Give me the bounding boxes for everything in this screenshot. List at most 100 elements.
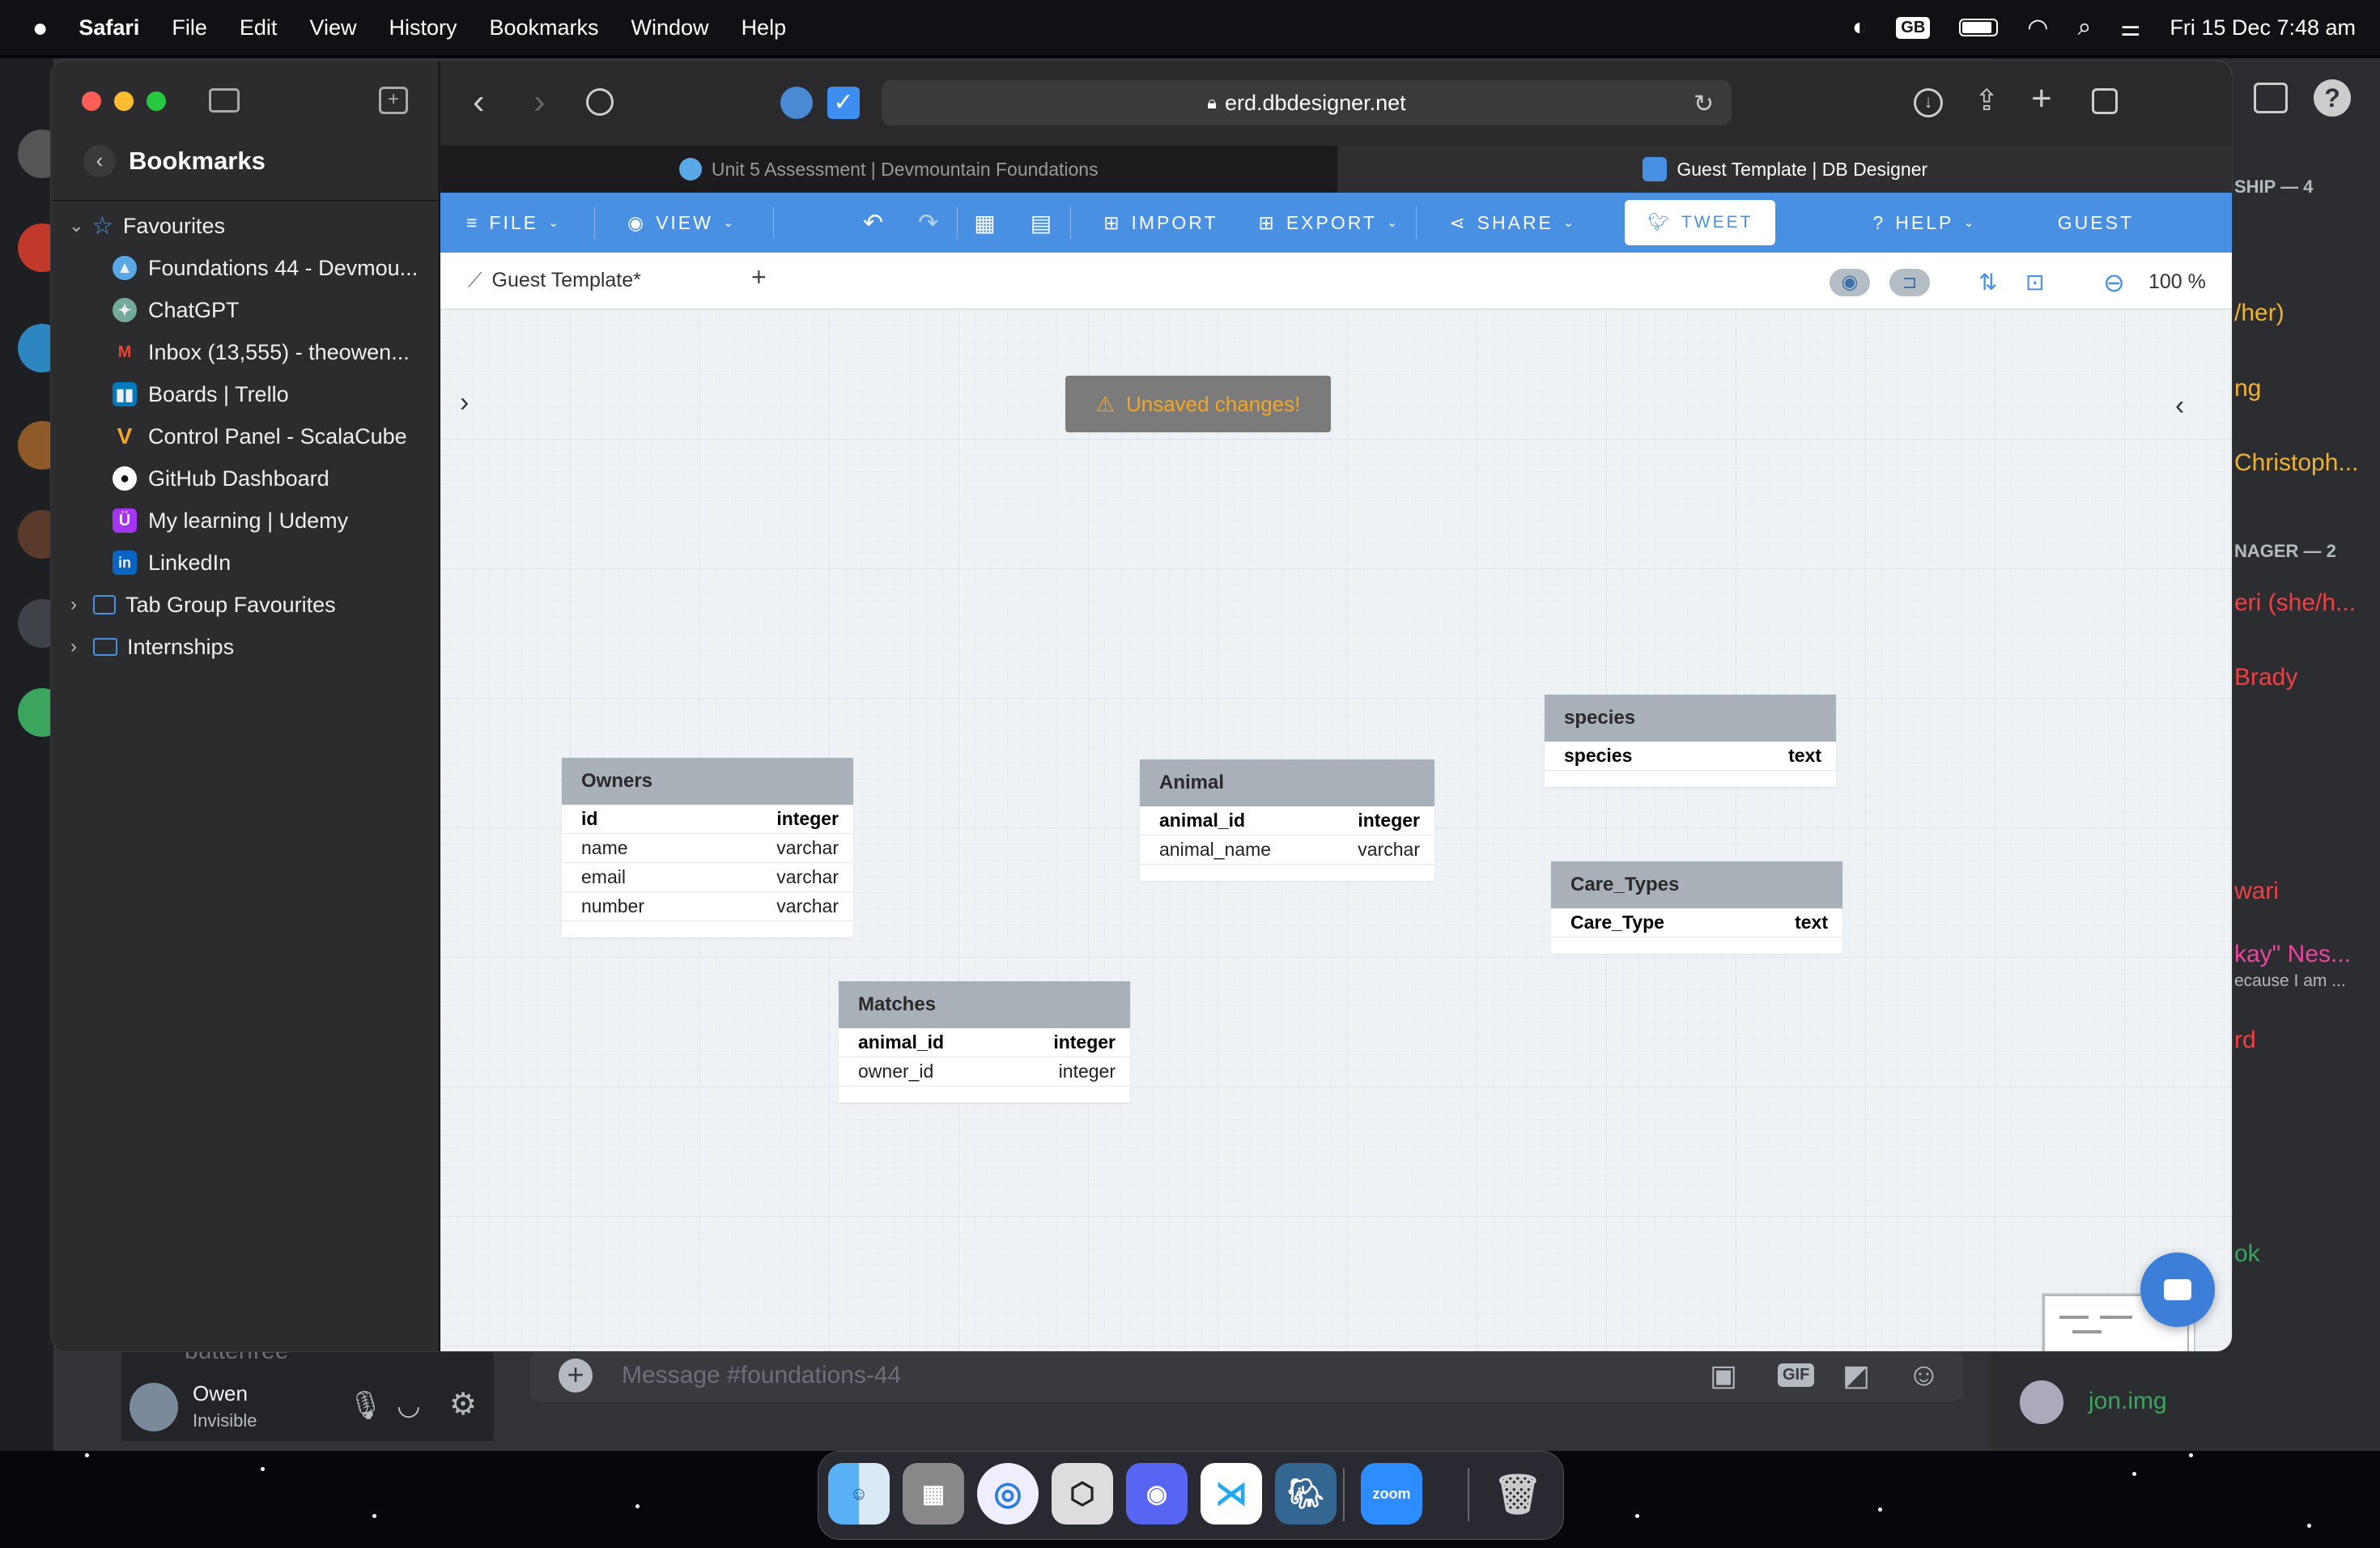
auto-arrange-icon[interactable]: ⇅ (1978, 269, 1997, 296)
discord-dock-icon[interactable]: ◉ (1126, 1463, 1188, 1525)
internships-folder[interactable]: › Internships (51, 626, 440, 668)
member-name[interactable]: wari (2234, 878, 2279, 905)
member-name[interactable]: kay" Nes... (2234, 941, 2351, 968)
sticker-icon[interactable]: ◩ (1842, 1359, 1870, 1393)
table-column-row[interactable]: animal_id integer (839, 1028, 1130, 1057)
member-name[interactable]: eri (she/h... (2234, 589, 2356, 617)
member-name[interactable]: Brady (2234, 664, 2297, 691)
menu-edit[interactable]: Edit (240, 15, 278, 40)
table-column-row[interactable]: id integer (562, 805, 853, 834)
browser-tab-active[interactable]: Guest Template | DB Designer (1337, 146, 2232, 193)
expand-right-panel-icon[interactable]: ‹ (2175, 390, 2184, 422)
todo-check-icon[interactable]: ✓ (827, 87, 860, 119)
settings-gear-icon[interactable]: ⚙ (449, 1386, 477, 1423)
menubar-clock[interactable]: Fri 15 Dec 7:48 am (2170, 15, 2356, 40)
table-column-row[interactable]: animal_id integer (1140, 806, 1434, 836)
undo-button[interactable]: ↶ (774, 193, 902, 253)
table-column-row[interactable]: Care_Type text (1551, 908, 1842, 938)
menu-window[interactable]: Window (631, 15, 709, 40)
table-column-row[interactable]: animal_name varchar (1140, 836, 1434, 865)
member-avatar[interactable] (2017, 1378, 2066, 1427)
file-menu-button[interactable]: ≡ FILE ⌄ (440, 193, 594, 253)
close-window-button[interactable] (82, 91, 101, 111)
new-tab-group-icon[interactable]: + (379, 87, 408, 114)
help-menu-button[interactable]: ? HELP ⌄ (1856, 193, 1992, 253)
erd-table-species[interactable]: species species text (1545, 695, 1836, 787)
launchpad-dock-icon[interactable]: ▦ (903, 1463, 964, 1525)
downloads-icon[interactable]: ↓ (1914, 88, 1943, 117)
erd-table-animal[interactable]: Animal animal_id integer animal_name varch… (1140, 759, 1434, 881)
member-name[interactable]: jon.img (2089, 1388, 2167, 1415)
view-menu-button[interactable]: ◉ VIEW ⌄ (595, 193, 773, 253)
browser-tab[interactable]: Unit 5 Assessment | Devmountain Foundati… (440, 146, 1337, 193)
expand-left-panel-icon[interactable]: › (460, 387, 469, 419)
menu-file[interactable]: File (172, 15, 207, 40)
menu-view[interactable]: View (309, 15, 356, 40)
attach-plus-icon[interactable]: + (559, 1359, 593, 1393)
member-name[interactable]: rd (2234, 1027, 2256, 1054)
import-button[interactable]: ⊞ IMPORT (1071, 193, 1234, 253)
menu-app-name[interactable]: Safari (79, 15, 139, 40)
minimize-window-button[interactable] (114, 91, 134, 111)
table-header[interactable]: Care_Types (1551, 861, 1842, 908)
member-name[interactable]: Christoph... (2234, 449, 2358, 477)
keyboard-input-badge[interactable]: GB (1896, 16, 1931, 39)
erd-table-owners[interactable]: Owners id integer name varchar email varcha… (562, 758, 853, 938)
member-name[interactable]: ok (2234, 1240, 2260, 1268)
gift-icon[interactable]: ▣ (1710, 1359, 1737, 1393)
guest-account-button[interactable]: GUEST (2042, 193, 2150, 253)
favourites-folder[interactable]: ⌄ ☆ Favourites (51, 205, 440, 247)
spotlight-search-icon[interactable]: ⌕ (2077, 14, 2091, 41)
vscode-dock-icon[interactable]: ⋊ (1201, 1463, 1262, 1525)
add-document-button[interactable]: + (751, 262, 767, 292)
relation-mode-icon[interactable]: ⊐ (1889, 269, 1930, 296)
avatar[interactable] (130, 1383, 178, 1431)
help-icon[interactable]: ? (2314, 79, 2351, 117)
emoji-icon[interactable]: ☺ (1907, 1357, 1940, 1393)
wifi-icon[interactable]: ◠ (2027, 14, 2048, 42)
erd-table-care-types[interactable]: Care_Types Care_Type text (1551, 861, 1842, 954)
history-clock-icon[interactable] (586, 88, 614, 116)
table-column-row[interactable]: number varchar (562, 892, 853, 921)
focus-status-icon[interactable]: ◐ (1852, 14, 1867, 41)
menu-history[interactable]: History (389, 15, 457, 40)
table-header[interactable]: species (1545, 695, 1836, 742)
menu-bookmarks[interactable]: Bookmarks (489, 15, 598, 40)
add-table-button[interactable]: ▦ (958, 193, 1014, 253)
table-column-row[interactable]: species text (1545, 742, 1836, 771)
bookmark-item[interactable]: ✦ ChatGPT (51, 289, 440, 331)
chat-support-button[interactable] (2140, 1252, 2215, 1327)
tab-group-favourites-folder[interactable]: › Tab Group Favourites (51, 584, 440, 626)
bookmark-item[interactable]: V Control Panel - ScalaCube (51, 415, 440, 457)
table-column-row[interactable]: owner_id integer (839, 1057, 1130, 1087)
back-icon[interactable]: ‹ (473, 82, 485, 122)
add-note-button[interactable]: ▤ (1014, 193, 1070, 253)
bookmark-item[interactable]: ● GitHub Dashboard (51, 457, 440, 500)
member-name[interactable]: ng (2234, 375, 2261, 402)
share-menu-button[interactable]: ⋖ SHARE ⌄ (1417, 193, 1592, 253)
control-center-icon[interactable]: ⚌ (2120, 15, 2140, 41)
member-name[interactable]: /her) (2234, 300, 2284, 327)
export-button[interactable]: ⊞ EXPORT ⌄ (1235, 193, 1417, 253)
fit-to-screen-icon[interactable]: ⊡ (2025, 269, 2044, 296)
document-tab[interactable]: ⟋ Guest Template* (458, 259, 685, 304)
trash-dock-icon[interactable]: 🗑︎ (1487, 1463, 1549, 1525)
preview-eye-icon[interactable]: ◉ (1830, 269, 1870, 296)
bookmark-item[interactable]: in LinkedIn (51, 542, 440, 584)
tab-overview-icon[interactable] (2092, 88, 2118, 114)
safari-dock-icon[interactable]: ◎ (977, 1463, 1039, 1525)
zoom-dock-icon[interactable]: zoom (1361, 1463, 1422, 1525)
erd-canvas[interactable]: ⚠ Unsaved changes! › ‹ Owners id integer … (440, 309, 2232, 1351)
table-column-row[interactable]: email varchar (562, 863, 853, 892)
finder-dock-icon[interactable]: ☺ (828, 1463, 890, 1525)
redo-button[interactable]: ↷ (902, 193, 957, 253)
table-header[interactable]: Owners (562, 758, 853, 805)
table-header[interactable]: Matches (839, 981, 1130, 1028)
table-header[interactable]: Animal (1140, 759, 1434, 806)
zoom-window-button[interactable] (147, 91, 166, 111)
new-tab-icon[interactable]: + (2031, 79, 2052, 119)
inbox-icon[interactable] (2254, 83, 2288, 113)
user-name[interactable]: Owen (193, 1381, 248, 1406)
pgadmin-dock-icon[interactable]: 🐘︎ (1275, 1463, 1337, 1525)
table-column-row[interactable]: name varchar (562, 834, 853, 863)
